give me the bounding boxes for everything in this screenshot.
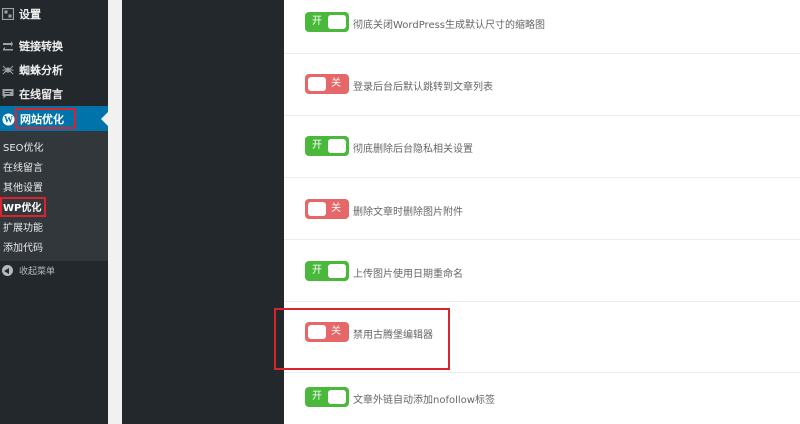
setting-row: 开 上传图片使用日期重命名 (284, 240, 800, 302)
menu-item-settings[interactable]: 设置 (0, 2, 108, 26)
setting-row: 关 登录后台后默认跳转到文章列表 (284, 54, 800, 116)
toggle-state: 关 (331, 203, 341, 214)
content-gap (108, 0, 122, 424)
active-menu-arrow (101, 112, 108, 126)
toggle-knob (328, 139, 346, 153)
toggle-state: 关 (331, 78, 341, 89)
toggle-switch[interactable]: 开 (305, 136, 349, 156)
setting-label: 上传图片使用日期重命名 (353, 269, 463, 280)
toggle-knob (308, 77, 326, 91)
link-icon (2, 40, 14, 52)
collapse-label: 收起菜单 (19, 267, 56, 277)
toggle-knob (308, 202, 326, 216)
submenu-item-online-message[interactable]: 在线留言 (3, 157, 43, 175)
settings-list: 开 彻底关闭WordPress生成默认尺寸的缩略图 关 登录后台后默认跳转到文章… (284, 0, 800, 424)
menu-item-site-optimization[interactable]: W 网站优化 (0, 106, 108, 132)
menu-item-label: 网站优化 (20, 113, 64, 126)
setting-label: 删除文章时删除图片附件 (353, 207, 463, 218)
menu-item-label: 蜘蛛分析 (19, 64, 63, 77)
setting-row: 关 禁用古腾堡编辑器 (284, 302, 800, 364)
toggle-state: 开 (312, 16, 322, 27)
svg-text:W: W (4, 114, 13, 124)
menu-item-label: 在线留言 (19, 88, 63, 101)
toggle-state: 开 (312, 140, 322, 151)
spider-icon (2, 64, 14, 76)
toggle-knob (328, 264, 346, 278)
toggle-knob (308, 325, 326, 339)
setting-row: 开 文章外链自动添加nofollow标签 (284, 372, 800, 424)
setting-label: 文章外链自动添加nofollow标签 (353, 395, 495, 406)
submenu-item-add-code[interactable]: 添加代码 (3, 237, 43, 255)
menu-item-label: 设置 (19, 8, 41, 21)
toggle-switch[interactable]: 关 (305, 74, 349, 94)
toggle-switch[interactable]: 关 (305, 322, 349, 342)
collapse-menu-button[interactable]: 收起菜单 (0, 264, 55, 277)
collapse-arrow-icon (2, 265, 13, 276)
setting-label: 禁用古腾堡编辑器 (353, 330, 433, 341)
toggle-switch[interactable]: 关 (305, 199, 349, 219)
wordpress-icon: W (2, 113, 15, 126)
dark-panel (122, 0, 284, 424)
submenu-item-extensions[interactable]: 扩展功能 (3, 217, 43, 235)
toggle-switch[interactable]: 开 (305, 387, 349, 407)
toggle-state: 关 (331, 326, 341, 337)
setting-label: 彻底删除后台隐私相关设置 (353, 144, 473, 155)
submenu-item-seo[interactable]: SEO优化 (3, 137, 44, 155)
setting-row: 开 彻底关闭WordPress生成默认尺寸的缩略图 (284, 0, 800, 54)
menu-item-spider-analysis[interactable]: 蜘蛛分析 (0, 58, 108, 82)
toggle-state: 开 (312, 265, 322, 276)
setting-label: 登录后台后默认跳转到文章列表 (353, 82, 493, 93)
settings-icon (1, 7, 15, 21)
menu-item-label: 链接转换 (19, 40, 63, 53)
toggle-knob (328, 390, 346, 404)
submenu-item-wp-optimization[interactable]: WP优化 (3, 197, 41, 215)
comment-icon (2, 88, 14, 100)
submenu-item-other-settings[interactable]: 其他设置 (3, 177, 43, 195)
setting-label: 彻底关闭WordPress生成默认尺寸的缩略图 (353, 20, 546, 31)
toggle-knob (328, 15, 346, 29)
setting-row: 关 删除文章时删除图片附件 (284, 178, 800, 240)
menu-item-online-message[interactable]: 在线留言 (0, 82, 108, 106)
menu-item-link-convert[interactable]: 链接转换 (0, 34, 108, 58)
toggle-switch[interactable]: 开 (305, 12, 349, 32)
setting-row: 开 彻底删除后台隐私相关设置 (284, 116, 800, 178)
submenu: SEO优化 在线留言 其他设置 WP优化 扩展功能 添加代码 (0, 131, 108, 261)
toggle-switch[interactable]: 开 (305, 261, 349, 281)
toggle-state: 开 (312, 391, 322, 402)
admin-sidebar: 设置 链接转换 蜘蛛分析 在线留言 W 网站优化 SEO优化 在线留言 其他设置… (0, 0, 108, 424)
